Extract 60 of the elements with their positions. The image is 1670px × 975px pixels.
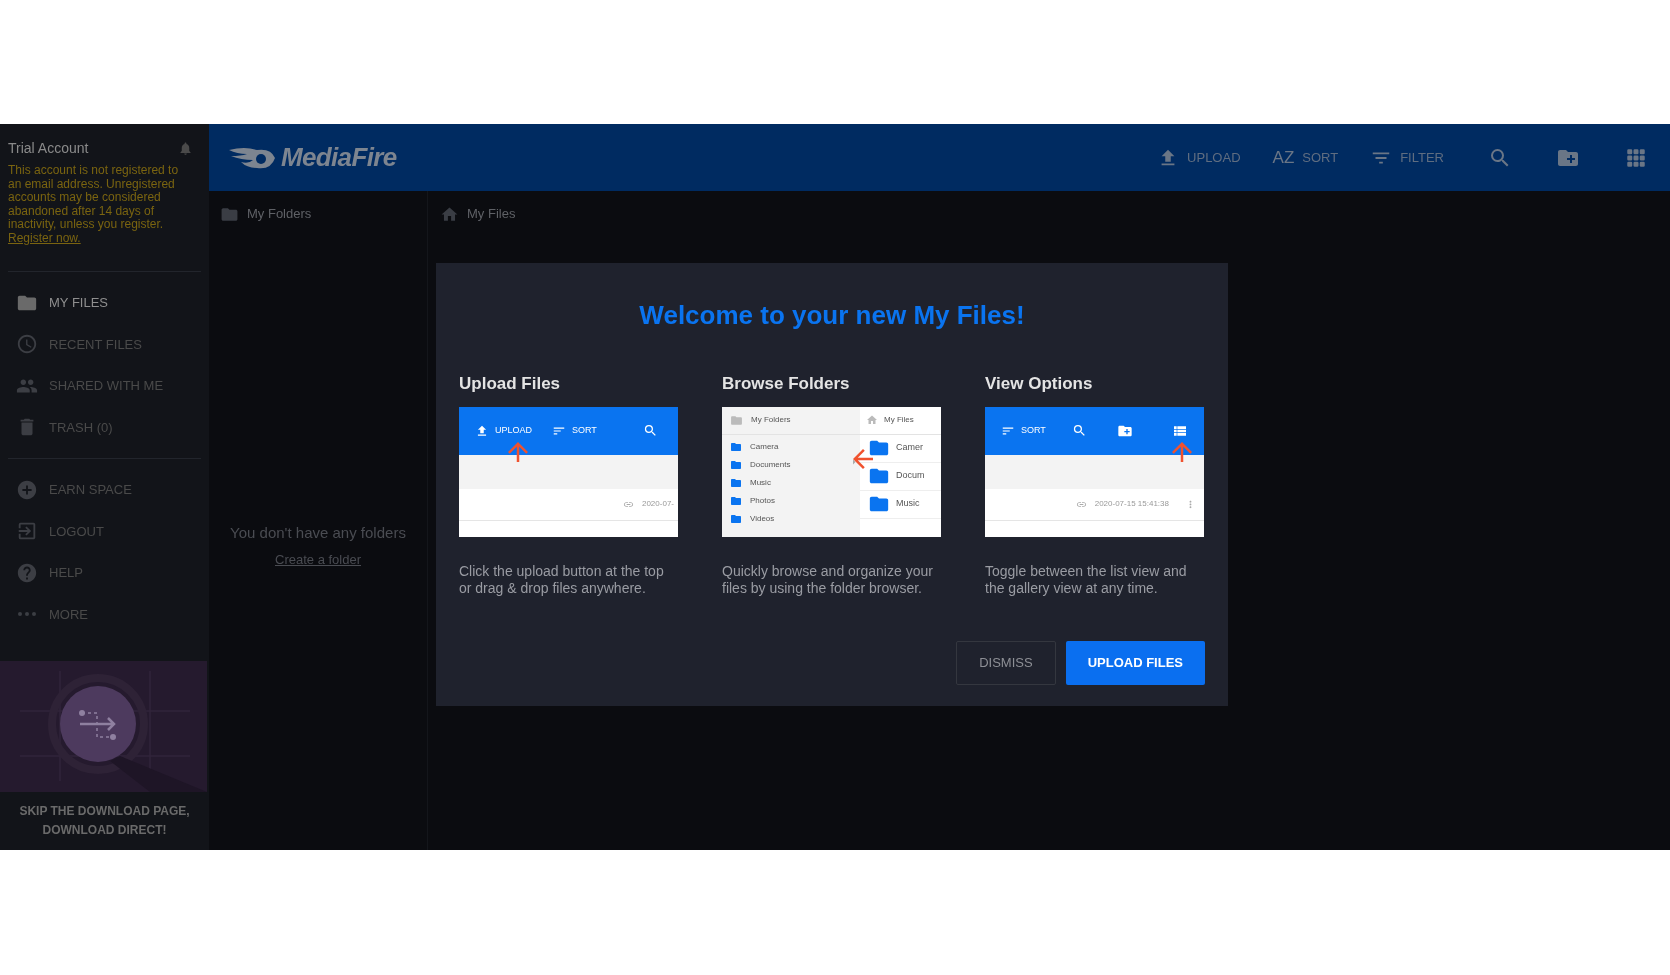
folder-icon (730, 440, 742, 453)
account-title: Trial Account (8, 139, 89, 158)
sort-icon: AZ (1272, 149, 1295, 166)
toolbar-label: SORT (572, 423, 597, 437)
folder-name: Videos (750, 512, 775, 525)
create-folder-link[interactable]: Create a folder (275, 549, 361, 569)
dismiss-button[interactable]: DISMISS (956, 640, 1056, 685)
folder-icon (730, 476, 742, 489)
toolbar-label: UPLOAD (495, 423, 532, 437)
nav-item[interactable]: EARN SPACE (8, 469, 201, 511)
section-description: Toggle between the list view and the gallery view at any time. (985, 562, 1188, 597)
promo-caption: SKIP THE DOWNLOAD PAGE, DOWNLOAD DIRECT! (18, 803, 191, 839)
search-icon (1071, 423, 1087, 438)
folder-icon (730, 413, 743, 427)
section-description: Click the upload button at the top or drag & drop files anywhere. (459, 562, 665, 597)
upload-files-button[interactable]: UPLOAD FILES (1065, 640, 1205, 685)
register-link[interactable]: Register now. (8, 230, 81, 245)
nav-item[interactable]: HELP (8, 552, 201, 594)
toolbar-label: SORT (1021, 423, 1046, 437)
row-date: 2020-07-15 15:41:38 (1094, 498, 1169, 510)
toolbar-button[interactable]: FILTER (1370, 146, 1444, 169)
grid-view-icon[interactable] (1626, 147, 1646, 168)
nav-item[interactable]: SHARED WITH ME (8, 365, 201, 407)
section-description: Quickly browse and organize your files by using the folder browser. (722, 562, 934, 597)
toolbar-button[interactable]: AZ SORT (1272, 147, 1339, 168)
help-icon (16, 561, 38, 584)
toolbar-button[interactable]: UPLOAD (1157, 146, 1241, 169)
more-icon (18, 612, 36, 617)
section-title: View Options (985, 373, 1094, 395)
upload-icon (475, 423, 489, 438)
breadcrumb[interactable]: My Files (467, 204, 516, 224)
clock-icon (16, 333, 38, 356)
bell-icon[interactable] (178, 141, 193, 156)
nav-item[interactable]: MORE (8, 593, 201, 635)
home-icon[interactable] (440, 204, 459, 224)
nav-item[interactable]: MY FILES (8, 282, 201, 324)
folder-name: Music (750, 476, 771, 489)
row-date: 2020-07- (641, 498, 674, 510)
folder-icon (730, 494, 742, 507)
panel-title: My Folders (247, 205, 312, 224)
folder-icon (730, 512, 742, 525)
folder-name: Camera (750, 440, 779, 453)
file-name: Music (896, 497, 920, 511)
folder-name: Photos (750, 494, 775, 507)
section-title: Browse Folders (722, 373, 851, 395)
empty-message: You don't have any folders (230, 523, 406, 543)
section-title: Upload Files (459, 373, 562, 395)
search-icon (643, 423, 658, 438)
nav-item[interactable]: LOGOUT (8, 510, 201, 552)
panel-title: My Files (884, 414, 914, 426)
file-name: Docum (896, 469, 925, 483)
home-icon (866, 414, 878, 426)
dialog-title: Welcome to your new My Files! (638, 299, 1026, 332)
nav-item[interactable]: RECENT FILES (8, 323, 201, 365)
logo-text: MediaFire (281, 141, 397, 174)
file-name: Camer (896, 441, 923, 455)
panel-title: My Folders (751, 414, 791, 426)
folder-name: Documents (750, 458, 791, 471)
account-notice: This account is not registered to an email address. Unregistered accounts may be considered abandoned after 14 days of inactivity, unless you register. Register now. (8, 164, 180, 245)
folder-icon (730, 458, 742, 471)
